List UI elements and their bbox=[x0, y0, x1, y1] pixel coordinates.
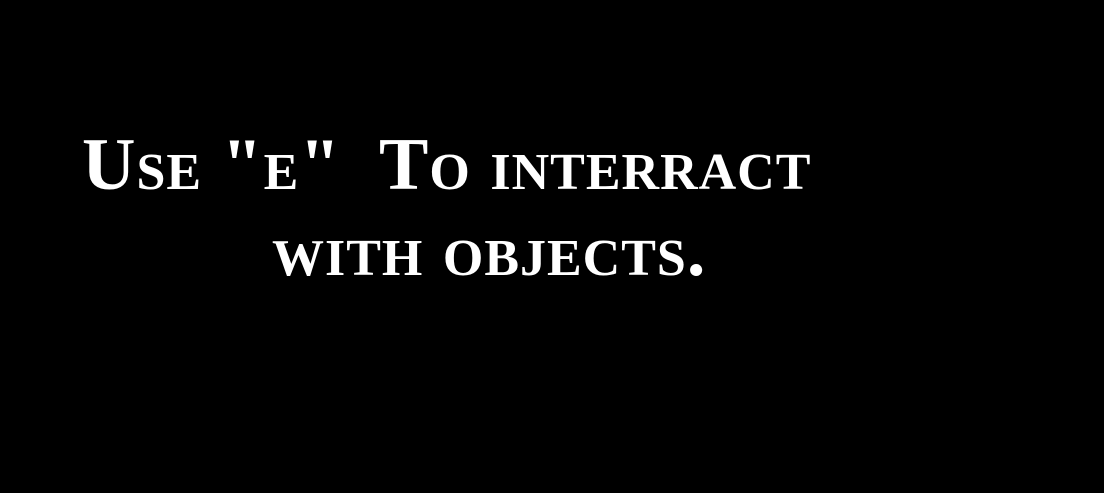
instruction-text-line-2: with objects. bbox=[272, 210, 707, 292]
instruction-screen: Use "e" To interract with objects. bbox=[0, 0, 1104, 493]
instruction-text-line-1: Use "e" To interract bbox=[82, 124, 812, 206]
